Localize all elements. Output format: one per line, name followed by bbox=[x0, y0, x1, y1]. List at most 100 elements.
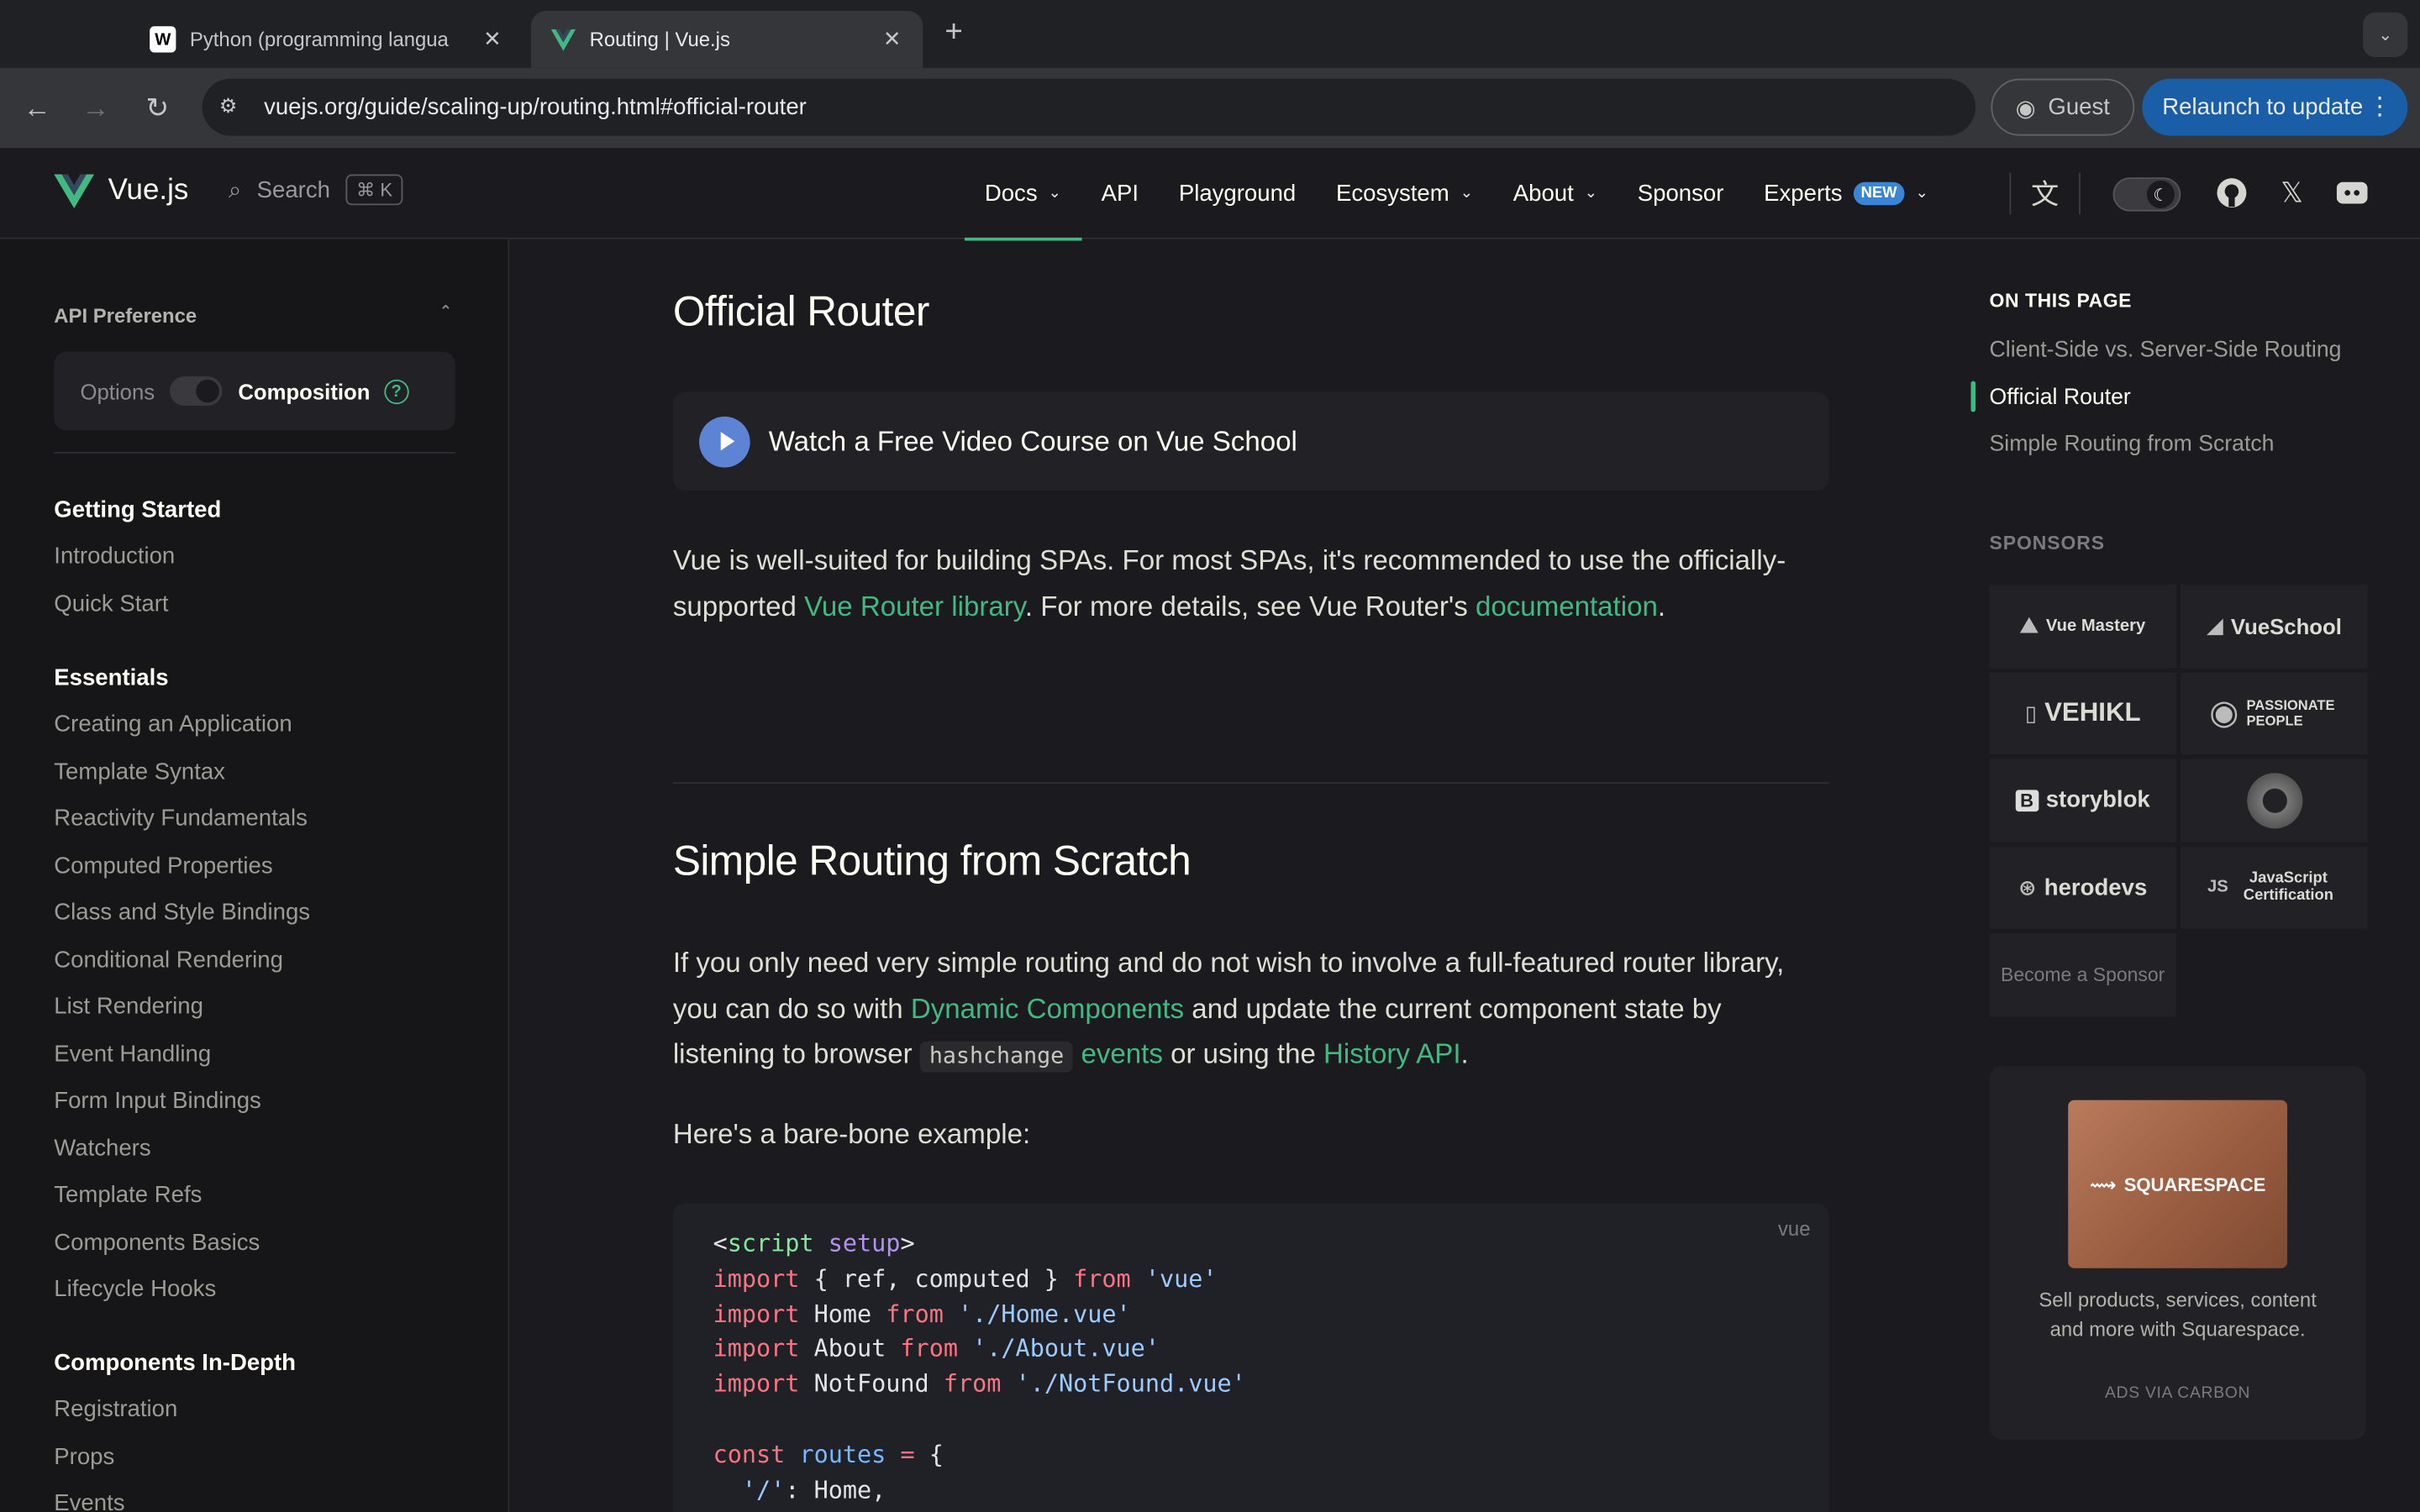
sponsor-vue-mastery[interactable]: ⛰ Vue Mastery bbox=[1989, 585, 2176, 668]
sidebar-group-title: Getting Started bbox=[54, 496, 222, 523]
dynamic-components-link[interactable]: Dynamic Components bbox=[911, 993, 1184, 1024]
ad-via-carbon[interactable]: ADS VIA CARBON bbox=[1990, 1384, 2366, 1403]
main-menu: Docs ⌄ API Playground Ecosystem ⌄ About ⌄ S… bbox=[964, 148, 1949, 241]
sponsor-vehikl[interactable]: ▯ VEHIKL bbox=[1989, 671, 2176, 755]
translate-icon[interactable]: 文 bbox=[2028, 176, 2061, 210]
toc-item-active[interactable]: Official Router bbox=[1990, 374, 2394, 421]
reload-icon[interactable]: ↻ bbox=[139, 90, 176, 127]
sidebar-item[interactable]: Creating an Application bbox=[54, 702, 486, 749]
sidebar-item[interactable]: Watchers bbox=[54, 1126, 486, 1173]
sponsors-grid: ⛰ Vue Mastery ◢ VueSchool ▯ VEHIKL ◉ PASSION… bbox=[1989, 585, 2368, 1016]
sidebar-item[interactable]: Conditional Rendering bbox=[54, 937, 486, 984]
relaunch-button[interactable]: Relaunch to update ⋮ bbox=[2142, 78, 2408, 136]
options-label[interactable]: Options bbox=[81, 379, 155, 403]
url-text: vuejs.org/guide/scaling-up/routing.html#… bbox=[264, 94, 807, 121]
github-icon[interactable] bbox=[2215, 176, 2249, 209]
sidebar-item[interactable]: Lifecycle Hooks bbox=[54, 1267, 486, 1314]
relaunch-label: Relaunch to update bbox=[2162, 94, 2364, 121]
toc-item[interactable]: Client-Side vs. Server-Side Routing bbox=[1990, 327, 2394, 374]
become-sponsor-link[interactable]: Become a Sponsor bbox=[1989, 933, 2176, 1016]
nav-label: Experts bbox=[1764, 180, 1843, 207]
nav-api[interactable]: API bbox=[1081, 148, 1159, 239]
sidebar-item[interactable]: Template Refs bbox=[54, 1173, 486, 1220]
sidebar-item[interactable]: Reactivity Fundamentals bbox=[54, 796, 486, 843]
search-button[interactable]: ⌕ Search ⌘ K bbox=[229, 174, 403, 206]
nav-ecosystem[interactable]: Ecosystem ⌄ bbox=[1316, 148, 1493, 239]
nav-docs[interactable]: Docs ⌄ bbox=[964, 148, 1081, 241]
x-twitter-icon[interactable]: 𝕏 bbox=[2275, 176, 2308, 209]
nav-label: Sponsor bbox=[1637, 180, 1724, 207]
sidebar-item[interactable]: Template Syntax bbox=[54, 749, 486, 796]
forward-arrow-icon[interactable]: → bbox=[77, 90, 114, 127]
back-arrow-icon[interactable]: ← bbox=[18, 90, 55, 127]
herodevs-logo-icon: ⊛ bbox=[2018, 874, 2037, 900]
api-preference-header[interactable]: API Preference ⌃ bbox=[54, 304, 455, 328]
site-info-icon[interactable]: ⚙ bbox=[219, 94, 244, 118]
site-navbar: Vue.js ⌕ Search ⌘ K Docs ⌄ API Playground… bbox=[0, 148, 2420, 241]
moon-icon: ☾ bbox=[2146, 180, 2175, 208]
sponsor-vueschool[interactable]: ◢ VueSchool bbox=[2181, 585, 2368, 668]
nav-label: Docs bbox=[984, 180, 1038, 207]
sponsor-passionate-people[interactable]: ◉ PASSIONATE PEOPLE bbox=[2181, 671, 2368, 755]
sponsor-name: PASSIONATE PEOPLE bbox=[2246, 697, 2335, 729]
profile-button[interactable]: ◉ Guest bbox=[1991, 78, 2135, 136]
vue-router-library-link[interactable]: Vue Router library bbox=[804, 591, 1025, 622]
sidebar-item[interactable]: List Rendering bbox=[54, 984, 486, 1032]
sidebar-item-quick-start[interactable]: Quick Start bbox=[54, 581, 486, 628]
sidebar-item[interactable]: Registration bbox=[54, 1387, 486, 1434]
nav-about[interactable]: About ⌄ bbox=[1493, 148, 1618, 239]
tab-search-chevron-icon[interactable]: ⌄ bbox=[2363, 12, 2408, 57]
vueschool-logo-icon: ◢ bbox=[2206, 612, 2223, 638]
ad-text[interactable]: Sell products, services, content and mor… bbox=[2023, 1287, 2332, 1344]
sidebar-item[interactable]: Computed Properties bbox=[54, 843, 486, 890]
sponsor-name: Vue Mastery bbox=[2045, 617, 2146, 636]
site-logo[interactable]: Vue.js bbox=[54, 174, 188, 208]
heading-official-router: Official Router bbox=[672, 288, 930, 335]
sponsor-javascript-certification[interactable]: JS JavaScript Certification bbox=[2181, 846, 2368, 929]
chevron-down-icon: ⌄ bbox=[1048, 185, 1061, 202]
sponsor-logo-circle[interactable] bbox=[2181, 759, 2368, 842]
paragraph-example: Here's a bare-bone example: bbox=[672, 1118, 1031, 1150]
nav-experts[interactable]: Experts NEW ⌄ bbox=[1744, 148, 1949, 239]
sidebar-item[interactable]: Events bbox=[54, 1481, 486, 1512]
discord-icon[interactable] bbox=[2335, 176, 2369, 209]
browser-tab-vue-routing[interactable]: Routing | Vue.js ✕ bbox=[530, 10, 923, 68]
address-bar[interactable]: ⚙ vuejs.org/guide/scaling-up/routing.htm… bbox=[202, 78, 1976, 136]
close-tab-icon[interactable]: ✕ bbox=[880, 26, 904, 52]
sidebar-item[interactable]: Props bbox=[54, 1434, 486, 1481]
sidebar-item[interactable]: Event Handling bbox=[54, 1032, 486, 1079]
sidebar-item[interactable]: Class and Style Bindings bbox=[54, 890, 486, 937]
toc-item[interactable]: Simple Routing from Scratch bbox=[1990, 421, 2394, 468]
code-line: import NotFound from './NotFound.vue' bbox=[713, 1370, 1246, 1399]
wikipedia-favicon-icon: W bbox=[150, 26, 176, 53]
sidebar-item[interactable]: Form Input Bindings bbox=[54, 1079, 486, 1126]
composition-label[interactable]: Composition bbox=[238, 379, 370, 403]
api-preference-switch: Options Composition ? bbox=[54, 351, 455, 431]
nav-playground[interactable]: Playground bbox=[1159, 148, 1316, 239]
sponsor-circle-logo-icon bbox=[2246, 772, 2302, 828]
nav-sponsor[interactable]: Sponsor bbox=[1618, 148, 1744, 239]
profile-icon: ◉ bbox=[2015, 94, 2036, 122]
ad-image[interactable]: ⟿ SQUARESPACE bbox=[2068, 1100, 2288, 1268]
chevron-up-icon[interactable]: ⌃ bbox=[439, 304, 452, 321]
api-style-toggle[interactable] bbox=[170, 376, 223, 407]
video-course-banner[interactable]: Watch a Free Video Course on Vue School bbox=[672, 391, 1829, 491]
documentation-link[interactable]: documentation bbox=[1476, 591, 1658, 622]
carbon-ad[interactable]: ⟿ SQUARESPACE Sell products, services, co… bbox=[1989, 1066, 2366, 1440]
paragraph-intro: Vue is well-suited for building SPAs. Fo… bbox=[673, 538, 1829, 629]
sponsor-storyblok[interactable]: Bstoryblok bbox=[1989, 759, 2176, 842]
sidebar-item-introduction[interactable]: Introduction bbox=[54, 534, 486, 581]
sponsor-herodevs[interactable]: ⊛ herodevs bbox=[1989, 846, 2176, 929]
dark-mode-toggle[interactable]: ☾ bbox=[2112, 177, 2181, 212]
sidebar-item[interactable]: Components Basics bbox=[54, 1220, 486, 1267]
close-tab-icon[interactable]: ✕ bbox=[480, 26, 504, 52]
code-language-label: vue bbox=[1777, 1217, 1811, 1241]
new-tab-button[interactable]: + bbox=[937, 15, 971, 50]
history-api-link[interactable]: History API bbox=[1323, 1038, 1461, 1069]
help-icon[interactable]: ? bbox=[383, 378, 409, 404]
text: . For more details, see Vue Router's bbox=[1024, 590, 1476, 622]
events-link[interactable]: events bbox=[1081, 1038, 1162, 1069]
browser-tab-python[interactable]: W Python (programming langua ✕ bbox=[131, 11, 523, 68]
more-menu-icon[interactable]: ⋮ bbox=[2368, 91, 2392, 122]
